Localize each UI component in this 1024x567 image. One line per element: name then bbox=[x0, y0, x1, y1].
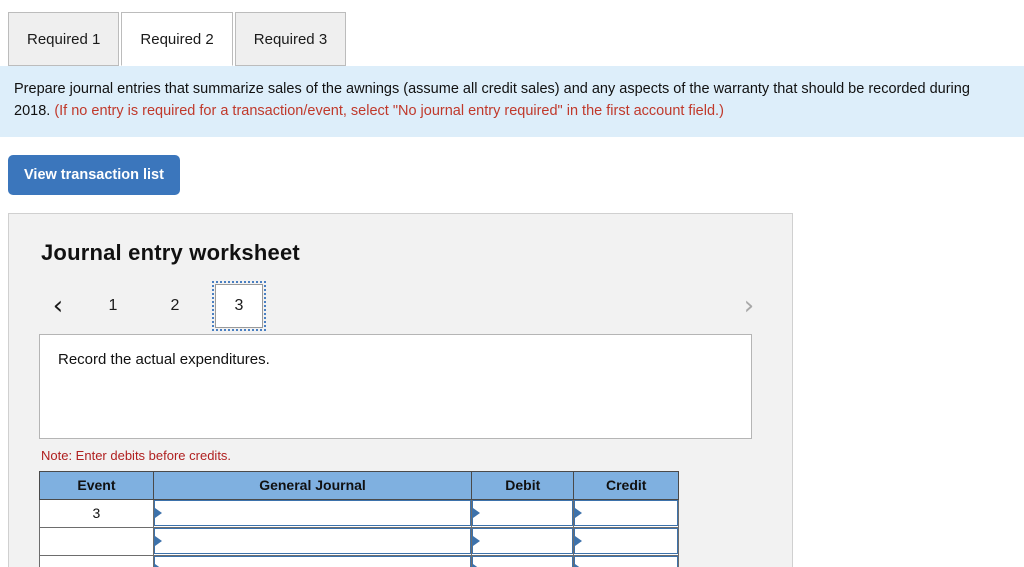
pager-page-label: 1 bbox=[108, 296, 118, 314]
column-header-debit: Debit bbox=[471, 470, 575, 500]
general-journal-select[interactable] bbox=[153, 556, 472, 567]
tab-required-3[interactable]: Required 3 bbox=[234, 12, 347, 66]
cell-general-journal[interactable] bbox=[152, 554, 473, 567]
tab-label: Required 1 bbox=[27, 30, 101, 48]
pager-page-label: 3 bbox=[234, 296, 244, 314]
tab-required-1[interactable]: Required 1 bbox=[8, 12, 120, 66]
cell-general-journal[interactable] bbox=[152, 526, 473, 556]
debit-input[interactable] bbox=[472, 556, 574, 567]
instruction-hint: (If no entry is required for a transacti… bbox=[54, 103, 724, 120]
table-row: 3 bbox=[39, 498, 679, 528]
dropdown-triangle-icon bbox=[154, 508, 162, 519]
cell-event: 3 bbox=[39, 498, 154, 528]
view-transaction-list-button[interactable]: View transaction list bbox=[8, 154, 180, 195]
table-row bbox=[39, 554, 679, 567]
column-header-credit: Credit bbox=[573, 470, 679, 500]
transaction-description-box: Record the actual expenditures. bbox=[39, 333, 752, 439]
cell-debit[interactable] bbox=[471, 554, 575, 567]
cell-debit[interactable] bbox=[471, 498, 575, 528]
dropdown-triangle-icon bbox=[473, 536, 481, 547]
pager-page-label: 2 bbox=[170, 296, 180, 314]
page-title: Journal entry worksheet bbox=[41, 239, 300, 265]
chevron-right-icon[interactable]: › bbox=[734, 293, 764, 319]
debit-input[interactable] bbox=[472, 528, 574, 555]
dropdown-triangle-icon bbox=[575, 508, 583, 519]
cell-event bbox=[39, 554, 154, 567]
general-journal-select[interactable] bbox=[153, 528, 472, 555]
general-journal-select[interactable] bbox=[153, 500, 472, 527]
toolbar: View transaction list bbox=[0, 137, 1024, 195]
column-header-event: Event bbox=[39, 470, 154, 500]
instruction-panel: Prepare journal entries that summarize s… bbox=[0, 66, 1024, 137]
tab-label: Required 3 bbox=[253, 30, 328, 48]
cell-general-journal[interactable] bbox=[152, 498, 473, 528]
credit-input[interactable] bbox=[574, 556, 678, 567]
table-header-row: Event General Journal Debit Credit bbox=[39, 470, 679, 500]
transaction-description-text: Record the actual expenditures. bbox=[58, 350, 270, 368]
chevron-left-icon[interactable]: ‹ bbox=[43, 293, 73, 319]
cell-credit[interactable] bbox=[573, 498, 679, 528]
tab-required-2[interactable]: Required 2 bbox=[121, 12, 233, 66]
dropdown-triangle-icon bbox=[575, 536, 583, 547]
cell-credit[interactable] bbox=[573, 526, 679, 556]
cell-event bbox=[39, 526, 154, 556]
pager-page-1[interactable]: 1 bbox=[91, 286, 135, 326]
tab-strip: Required 1 Required 2 Required 3 bbox=[0, 0, 1024, 66]
cell-debit[interactable] bbox=[471, 526, 575, 556]
debits-before-credits-note: Note: Enter debits before credits. bbox=[41, 447, 232, 463]
dropdown-triangle-icon bbox=[473, 508, 481, 519]
pager-page-2[interactable]: 2 bbox=[153, 286, 197, 326]
credit-input[interactable] bbox=[574, 528, 678, 555]
journal-entry-worksheet-panel: Journal entry worksheet ‹ 1 2 3 › Record… bbox=[8, 212, 793, 567]
dropdown-triangle-icon bbox=[154, 536, 162, 547]
credit-input[interactable] bbox=[574, 500, 678, 527]
table-row bbox=[39, 526, 679, 556]
column-header-general-journal: General Journal bbox=[152, 470, 473, 500]
tab-label: Required 2 bbox=[140, 30, 214, 48]
pager-page-3[interactable]: 3 bbox=[212, 280, 266, 331]
debit-input[interactable] bbox=[472, 500, 574, 527]
cell-credit[interactable] bbox=[573, 554, 679, 567]
worksheet-pager: ‹ 1 2 3 › bbox=[39, 280, 764, 331]
journal-entry-table: Event General Journal Debit Credit 3 bbox=[39, 470, 679, 567]
